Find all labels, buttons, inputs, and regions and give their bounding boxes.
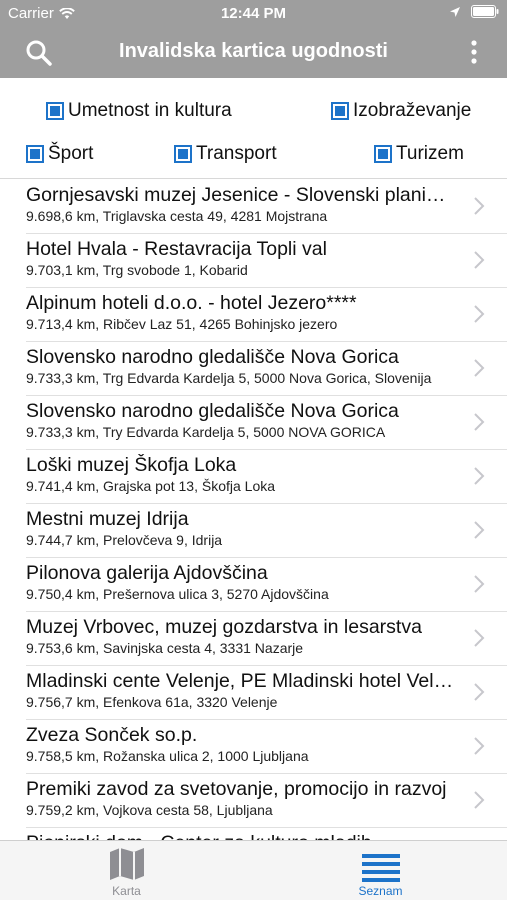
item-title: Slovensko narodno gledališče Nova Gorica: [26, 346, 399, 368]
item-subtitle: 9.713,4 km, Ribčev Laz 51, 4265 Bohinjsk…: [26, 316, 338, 332]
filter-transport[interactable]: Transport: [174, 143, 277, 165]
chevron-right-icon: [474, 251, 485, 269]
item-subtitle: 9.758,5 km, Rožanska ulica 2, 1000 Ljubl…: [26, 748, 309, 764]
chevron-right-icon: [474, 575, 485, 593]
chevron-right-icon: [474, 305, 485, 323]
filter-label: Izobraževanje: [353, 100, 472, 121]
status-bar: Carrier 12:44 PM: [0, 0, 507, 28]
list-item[interactable]: Hotel Hvala - Restavracija Topli val 9.7…: [26, 234, 507, 288]
filter-label: Šport: [48, 143, 94, 164]
item-subtitle: 9.698,6 km, Triglavska cesta 49, 4281 Mo…: [26, 208, 328, 224]
item-subtitle: 9.744,7 km, Prelovčeva 9, Idrija: [26, 532, 223, 548]
item-title: Hotel Hvala - Restavracija Topli val: [26, 238, 327, 260]
item-title: Mestni muzej Idrija: [26, 508, 189, 530]
list-item[interactable]: Gornjesavski muzej Jesenice - Slovenski …: [26, 180, 507, 234]
list-item[interactable]: Pilonova galerija Ajdovščina 9.750,4 km,…: [26, 558, 507, 612]
chevron-right-icon: [474, 683, 485, 701]
list-item[interactable]: Alpinum hoteli d.o.o. - hotel Jezero****…: [26, 288, 507, 342]
list-item[interactable]: Muzej Vrbovec, muzej gozdarstva in lesar…: [26, 612, 507, 666]
checkbox-icon[interactable]: [331, 102, 349, 120]
item-title: Muzej Vrbovec, muzej gozdarstva in lesar…: [26, 616, 422, 638]
list-item[interactable]: Mladinski cente Velenje, PE Mladinski ho…: [26, 666, 507, 720]
filter-label: Umetnost in kultura: [68, 100, 232, 121]
filter-sport[interactable]: Šport: [26, 143, 93, 165]
item-title: Pilonova galerija Ajdovščina: [26, 562, 268, 584]
list-item[interactable]: Zveza Sonček so.p. 9.758,5 km, Rožanska …: [26, 720, 507, 774]
item-title: Mladinski cente Velenje, PE Mladinski ho…: [26, 670, 456, 692]
location-list[interactable]: Gornjesavski muzej Jesenice - Slovenski …: [0, 180, 507, 840]
checkbox-icon[interactable]: [174, 145, 192, 163]
chevron-right-icon: [474, 197, 485, 215]
chevron-right-icon: [474, 791, 485, 809]
item-subtitle: 9.733,3 km, Try Edvarda Kardelja 5, 5000…: [26, 424, 386, 440]
checkbox-icon[interactable]: [374, 145, 392, 163]
item-subtitle: 9.703,1 km, Trg svobode 1, Kobarid: [26, 262, 248, 278]
location-arrow-icon: [450, 6, 460, 17]
item-subtitle: 9.741,4 km, Grajska pot 13, Škofja Loka: [26, 478, 276, 494]
battery-icon: [471, 5, 499, 18]
tab-label: Seznam: [358, 884, 403, 898]
item-title: Slovensko narodno gledališče Nova Gorica: [26, 400, 399, 422]
list-item[interactable]: Premiki zavod za svetovanje, promocijo i…: [26, 774, 507, 828]
list-item[interactable]: Mestni muzej Idrija 9.744,7 km, Prelovče…: [26, 504, 507, 558]
item-subtitle: 9.756,7 km, Efenkova 61a, 3320 Velenje: [26, 694, 278, 710]
checkbox-icon[interactable]: [46, 102, 64, 120]
filter-label: Turizem: [396, 143, 464, 164]
list-item[interactable]: Slovensko narodno gledališče Nova Gorica…: [26, 342, 507, 396]
chevron-right-icon: [474, 359, 485, 377]
filter-label: Transport: [196, 143, 277, 164]
filter-turizem[interactable]: Turizem: [374, 143, 464, 165]
map-icon: [109, 848, 144, 880]
item-title: Gornjesavski muzej Jesenice - Slovenski …: [26, 184, 456, 206]
list-icon: [361, 854, 400, 882]
checkbox-icon[interactable]: [26, 145, 44, 163]
tab-seznam[interactable]: Seznam: [254, 841, 507, 900]
list-item[interactable]: Pionirski dom - Center za kulturo mladih: [26, 828, 507, 840]
chevron-right-icon: [474, 737, 485, 755]
chevron-right-icon: [474, 413, 485, 431]
navigation-bar: Invalidska kartica ugodnosti: [0, 28, 507, 78]
item-title: Zveza Sonček so.p.: [26, 724, 198, 746]
item-subtitle: 9.750,4 km, Prešernova ulica 3, 5270 Ajd…: [26, 586, 329, 602]
item-subtitle: 9.759,2 km, Vojkova cesta 58, Ljubljana: [26, 802, 273, 818]
item-title: Alpinum hoteli d.o.o. - hotel Jezero****: [26, 292, 357, 314]
list-item[interactable]: Slovensko narodno gledališče Nova Gorica…: [26, 396, 507, 450]
chevron-right-icon: [474, 521, 485, 539]
category-filters: Umetnost in kultura Izobraževanje Šport …: [0, 78, 507, 179]
item-subtitle: 9.733,3 km, Trg Edvarda Kardelja 5, 5000…: [26, 370, 432, 386]
tab-bar: Karta Seznam: [0, 840, 507, 900]
chevron-right-icon: [474, 467, 485, 485]
tab-karta[interactable]: Karta: [0, 841, 253, 900]
item-title: Pionirski dom - Center za kulturo mladih: [26, 832, 456, 840]
item-title: Premiki zavod za svetovanje, promocijo i…: [26, 778, 447, 800]
chevron-right-icon: [474, 629, 485, 647]
item-title: Loški muzej Škofja Loka: [26, 454, 237, 476]
page-title: Invalidska kartica ugodnosti: [119, 40, 388, 62]
more-options-icon[interactable]: [469, 39, 479, 67]
item-subtitle: 9.753,6 km, Savinjska cesta 4, 3331 Naza…: [26, 640, 304, 656]
filter-izobrazevanje[interactable]: Izobraževanje: [331, 100, 471, 122]
tab-label: Karta: [112, 884, 141, 898]
clock: 12:44 PM: [220, 5, 287, 22]
list-item[interactable]: Loški muzej Škofja Loka 9.741,4 km, Graj…: [26, 450, 507, 504]
filter-umetnost[interactable]: Umetnost in kultura: [46, 100, 232, 122]
status-right: [449, 5, 499, 18]
